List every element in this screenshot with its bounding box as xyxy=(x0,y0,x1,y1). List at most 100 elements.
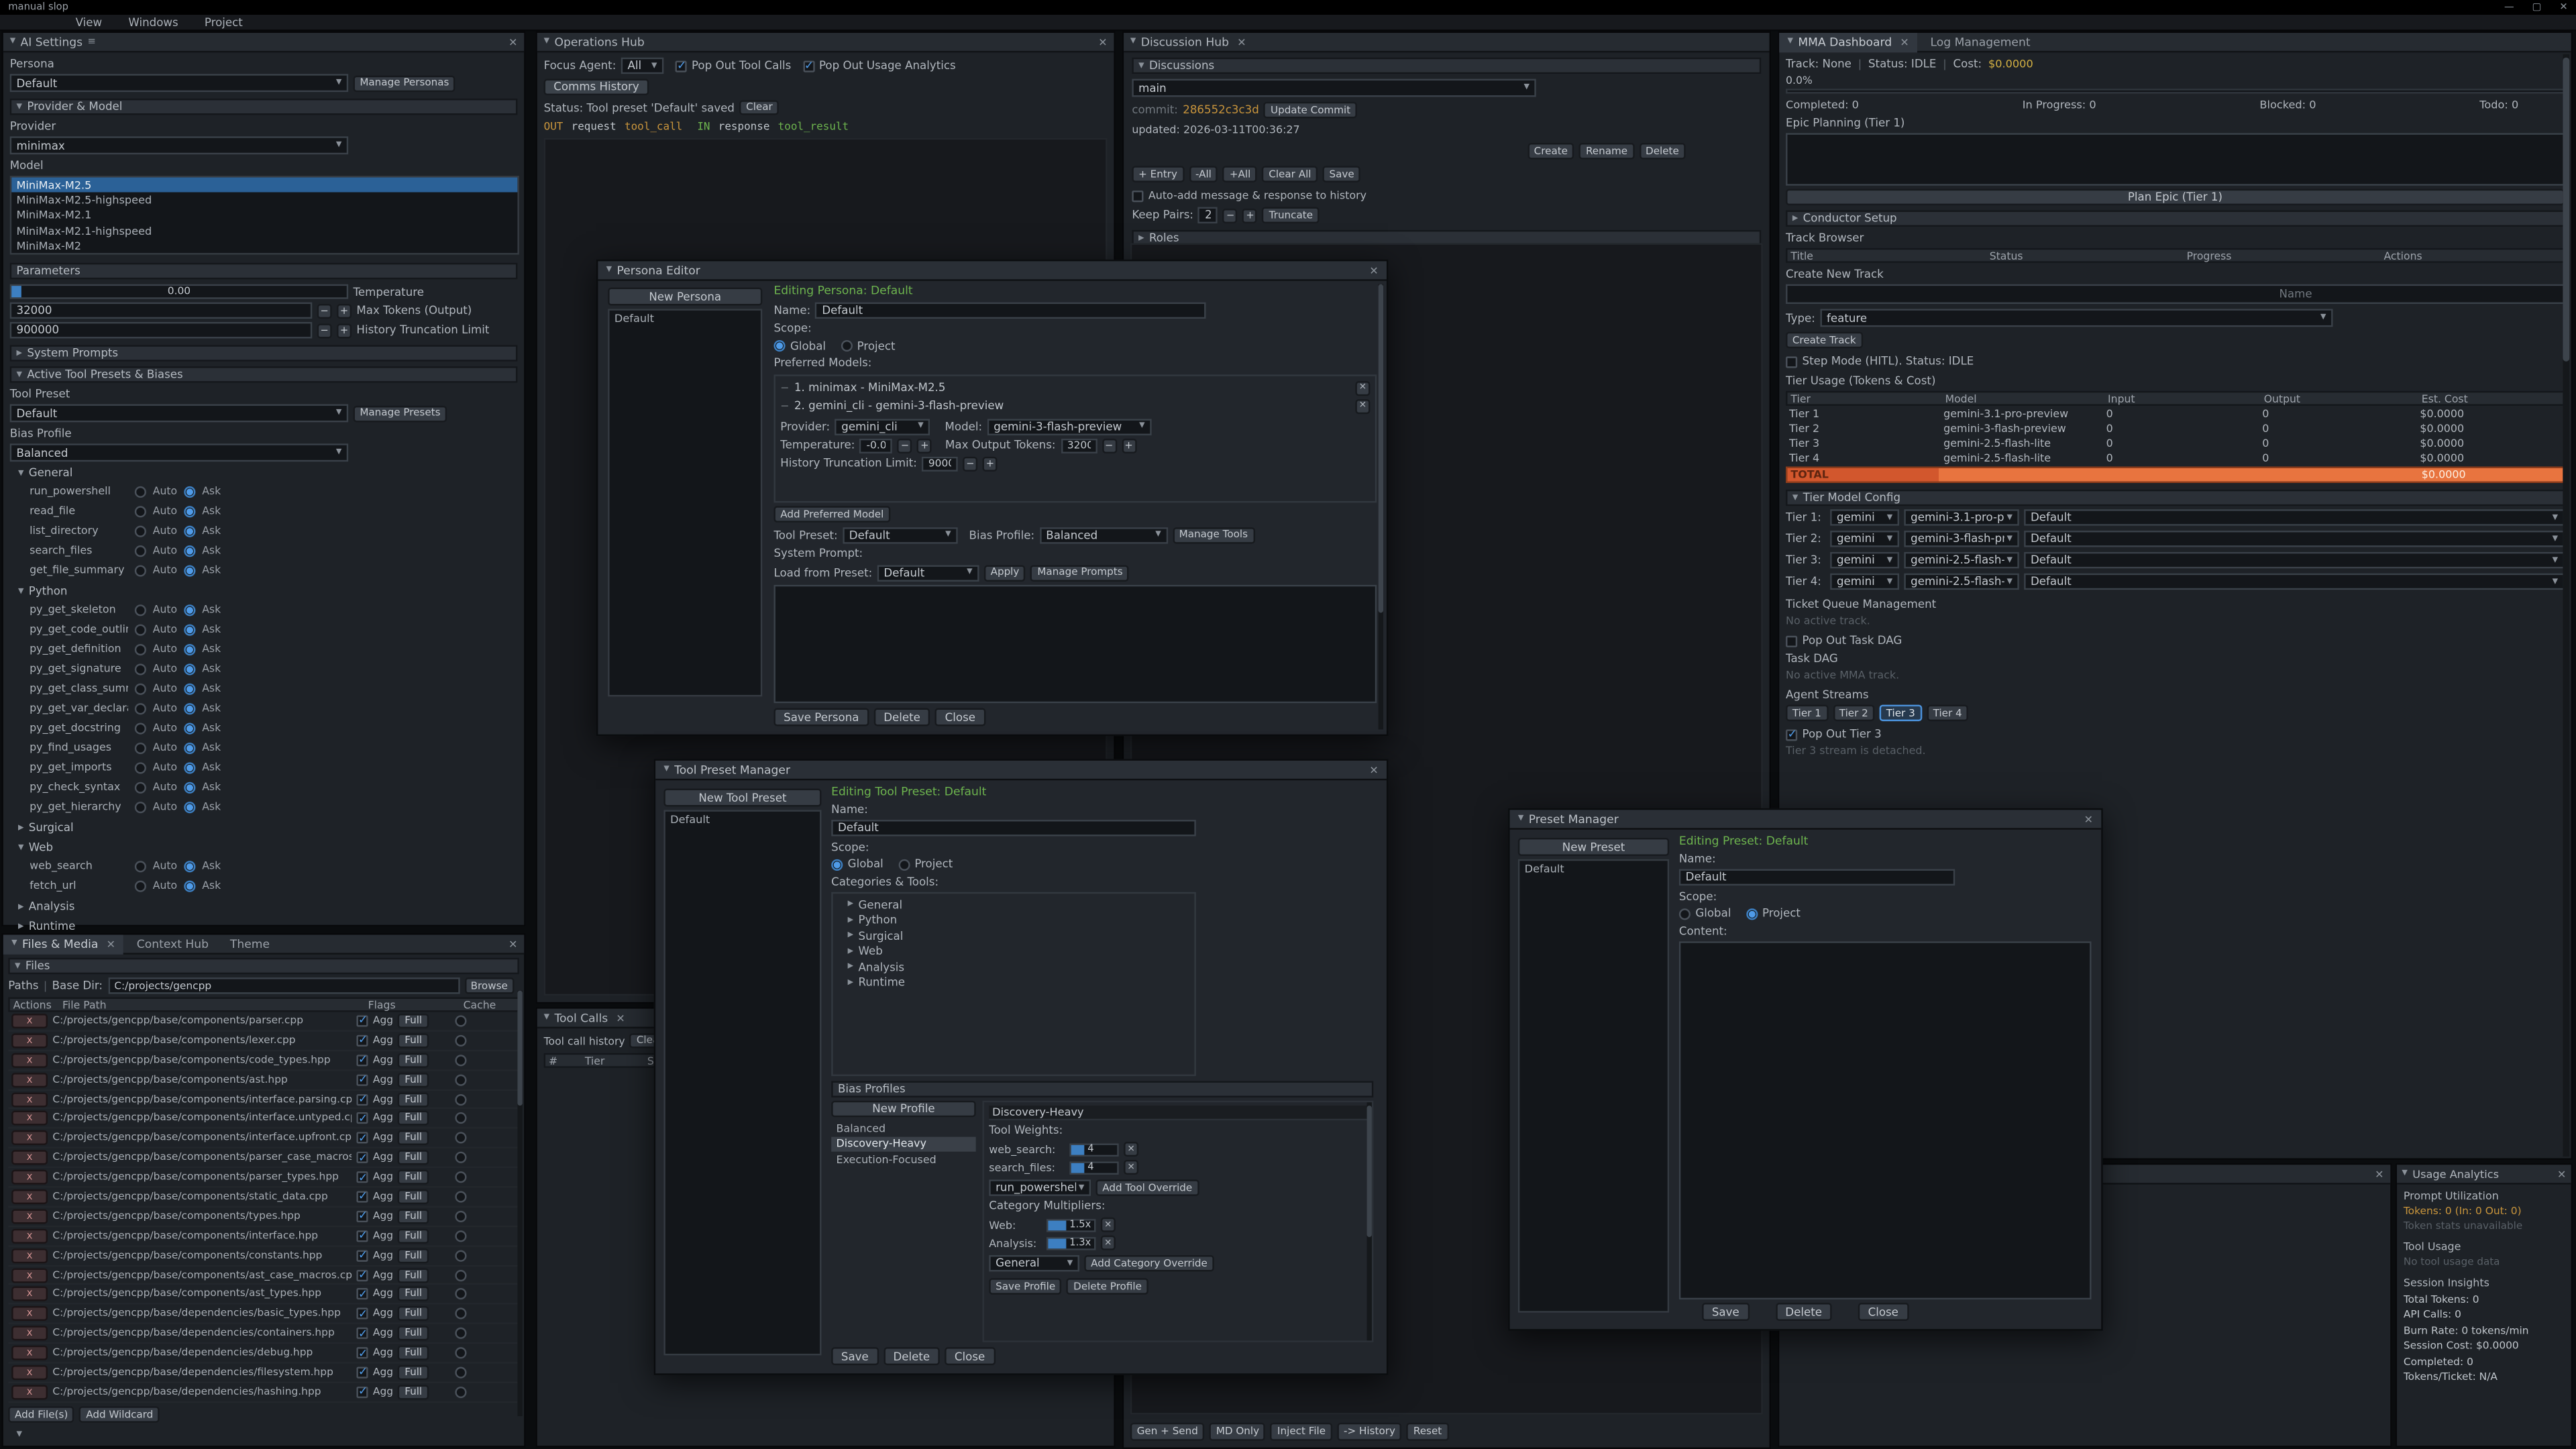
agg-checkbox[interactable] xyxy=(356,1074,368,1085)
remove-weight-button[interactable]: ✕ xyxy=(1124,1160,1138,1175)
system-prompt-textarea[interactable] xyxy=(773,585,1377,702)
agg-checkbox[interactable] xyxy=(356,1387,368,1398)
agg-checkbox[interactable] xyxy=(356,1093,368,1105)
new-track-name-field[interactable]: Name xyxy=(1786,284,2565,304)
model-option[interactable]: MiniMax-M2.1 xyxy=(11,208,517,223)
discussion-action-button[interactable]: MD Only xyxy=(1210,1423,1266,1441)
multiplier-slider[interactable]: 1.5x xyxy=(1046,1218,1095,1232)
preset-content-textarea[interactable] xyxy=(1679,941,2092,1299)
ask-toggle[interactable] xyxy=(184,604,195,615)
tool-group-general[interactable]: ▼General xyxy=(10,465,518,481)
tab-files-media[interactable]: ▼ Files & Media ✕ xyxy=(3,934,123,953)
auto-toggle[interactable] xyxy=(135,683,146,694)
full-button[interactable]: Full xyxy=(398,1346,429,1360)
reorder-handle-icon[interactable]: − xyxy=(780,381,789,394)
tier-model-dropdown[interactable]: gemini-2.5-flash-lite▼ xyxy=(1904,552,2019,568)
close-dialog-button[interactable]: Close xyxy=(945,1347,995,1365)
cache-indicator[interactable] xyxy=(455,1034,466,1046)
delete-tool-preset-button[interactable]: Delete xyxy=(883,1347,940,1365)
save-persona-button[interactable]: Save Persona xyxy=(773,708,869,727)
close-icon[interactable]: ✕ xyxy=(2557,1167,2566,1181)
panel-menu-icon[interactable]: ≡ xyxy=(87,36,95,48)
full-button[interactable]: Full xyxy=(398,1053,429,1067)
agg-checkbox[interactable] xyxy=(356,1055,368,1066)
history-limit-input[interactable] xyxy=(922,456,958,471)
agg-checkbox[interactable] xyxy=(356,1289,368,1300)
weight-slider[interactable]: 4 xyxy=(1069,1142,1118,1156)
persona-list[interactable]: Default xyxy=(608,309,762,696)
increment-button[interactable]: + xyxy=(983,456,998,471)
tool-preset-name-input[interactable] xyxy=(831,820,1196,836)
cache-indicator[interactable] xyxy=(455,1015,466,1026)
menu-item[interactable]: View xyxy=(66,15,112,29)
agg-checkbox[interactable] xyxy=(356,1347,368,1358)
weight-slider[interactable]: 4 xyxy=(1069,1161,1118,1174)
tool-override-dropdown[interactable]: run_powershell▼ xyxy=(989,1179,1091,1195)
menu-item[interactable]: Windows xyxy=(119,15,189,29)
ask-toggle[interactable] xyxy=(184,663,195,674)
auto-toggle[interactable] xyxy=(135,643,146,655)
persona-dropdown[interactable]: Default▼ xyxy=(10,74,348,92)
paths-label[interactable]: Paths xyxy=(8,979,38,993)
category-override-dropdown[interactable]: General▼ xyxy=(989,1255,1079,1271)
bias-profile-item[interactable]: Discovery-Heavy xyxy=(831,1136,976,1151)
scrollbar[interactable] xyxy=(1367,1102,1372,1340)
auto-toggle[interactable] xyxy=(135,781,146,792)
scope-project-radio[interactable] xyxy=(1746,908,1758,919)
delete-persona-button[interactable]: Delete xyxy=(874,708,930,727)
remove-file-button[interactable]: x xyxy=(11,1287,48,1302)
clipped-section[interactable]: ▼ xyxy=(8,1426,519,1442)
bias-profiles-section[interactable]: Bias Profiles xyxy=(831,1080,1373,1096)
preset-manager-titlebar[interactable]: ▼ Preset Manager ✕ xyxy=(1510,810,2102,829)
full-button[interactable]: Full xyxy=(398,1287,429,1302)
close-icon[interactable]: ✕ xyxy=(2559,1,2567,13)
tab-log-management[interactable]: Log Management xyxy=(1922,32,2038,52)
close-icon[interactable]: ✕ xyxy=(1237,36,1246,49)
tier-provider-dropdown[interactable]: gemini▼ xyxy=(1830,574,1899,590)
cache-indicator[interactable] xyxy=(455,1093,466,1105)
category-node[interactable]: ▶ General xyxy=(833,897,1195,912)
full-button[interactable]: Full xyxy=(398,1091,429,1106)
track-type-dropdown[interactable]: feature▼ xyxy=(1820,309,2332,327)
save-profile-button[interactable]: Save Profile xyxy=(989,1278,1062,1294)
decrement-button[interactable]: − xyxy=(963,456,977,471)
provider-dropdown[interactable]: gemini_cli▼ xyxy=(835,418,930,434)
ask-toggle[interactable] xyxy=(184,643,195,655)
auto-toggle[interactable] xyxy=(135,742,146,753)
manage-prompts-button[interactable]: Manage Prompts xyxy=(1031,564,1130,580)
tool-preset-manager-titlebar[interactable]: ▼ Tool Preset Manager ✕ xyxy=(655,761,1387,780)
discussions-section[interactable]: ▼ Discussions xyxy=(1132,58,1761,74)
decrement-button[interactable]: − xyxy=(1102,438,1116,453)
cache-indicator[interactable] xyxy=(455,1230,466,1242)
tool-group-python[interactable]: ▼Python xyxy=(10,583,518,599)
multiplier-slider[interactable]: 1.3x xyxy=(1046,1236,1095,1250)
add-preferred-model-button[interactable]: Add Preferred Model xyxy=(773,506,890,522)
close-icon[interactable]: ✕ xyxy=(1369,763,1378,777)
ask-toggle[interactable] xyxy=(184,505,195,517)
auto-toggle[interactable] xyxy=(135,525,146,536)
stream-tab[interactable]: Tier 3 xyxy=(1880,705,1922,721)
agg-checkbox[interactable] xyxy=(356,1328,368,1339)
remove-file-button[interactable]: x xyxy=(11,1072,48,1087)
cache-indicator[interactable] xyxy=(455,1387,466,1398)
parameters-section[interactable]: Parameters xyxy=(10,263,518,279)
full-button[interactable]: Full xyxy=(398,1228,429,1243)
agg-checkbox[interactable] xyxy=(356,1230,368,1242)
auto-toggle[interactable] xyxy=(135,702,146,714)
ask-toggle[interactable] xyxy=(184,761,195,773)
load-preset-dropdown[interactable]: Default▼ xyxy=(877,564,979,580)
pop-out-task-dag-checkbox[interactable] xyxy=(1786,635,1797,647)
persona-name-input[interactable] xyxy=(816,301,1207,317)
cache-indicator[interactable] xyxy=(455,1308,466,1320)
scope-global-radio[interactable] xyxy=(1679,908,1690,919)
tool-group-runtime[interactable]: ▶Runtime xyxy=(10,918,518,934)
delete-profile-button[interactable]: Delete Profile xyxy=(1067,1278,1148,1294)
truncate-button[interactable]: Truncate xyxy=(1263,207,1320,223)
update-commit-button[interactable]: Update Commit xyxy=(1264,102,1357,118)
chevron-down-icon[interactable]: ▼ xyxy=(10,38,15,46)
tab-mma-dashboard[interactable]: ▼ MMA Dashboard ✕ xyxy=(1779,32,1917,52)
cache-indicator[interactable] xyxy=(455,1366,466,1378)
preset-list[interactable]: Default xyxy=(1518,859,1669,1313)
ask-toggle[interactable] xyxy=(184,781,195,792)
close-dialog-button[interactable]: Close xyxy=(1858,1303,1909,1321)
